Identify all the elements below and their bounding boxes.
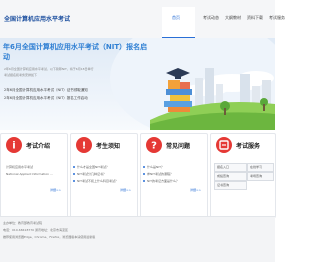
bullet-icon xyxy=(143,166,145,168)
panel-service-title[interactable]: 考试服务 xyxy=(236,141,260,150)
panel-intro-title[interactable]: 考试介绍 xyxy=(26,141,50,150)
service-button-learn-label: 在线学习 xyxy=(250,165,263,169)
panel-faq-item-1[interactable]: 什么是NIT？ xyxy=(147,165,164,169)
service-button-register[interactable]: 报名入口 xyxy=(214,163,247,172)
nav-home-label: 首页 xyxy=(172,15,180,20)
banner-headline[interactable]: 年6月全国计算机应用水平考试（NIT）报名启动 xyxy=(3,42,148,62)
nav-exam-news[interactable]: 考试动态 xyxy=(203,15,219,21)
service-button-learn[interactable]: 在线学习 xyxy=(247,163,274,172)
bullet-icon xyxy=(73,180,75,182)
panel-guide-item-3[interactable]: NIT考试不和上什么科目考试？ xyxy=(77,179,118,183)
footer-line-1: 主办单位：教育部教育考试院 xyxy=(3,221,43,225)
service-button-venue[interactable]: 考场查询 xyxy=(247,172,274,181)
nav-service[interactable]: 考试服务 xyxy=(269,15,285,21)
exclamation-icon: ! xyxy=(76,137,92,153)
bullet-icon xyxy=(73,166,75,168)
bullet-icon xyxy=(143,180,145,182)
panel-faq-item-2[interactable]: 参NIT考试的课程？ xyxy=(147,172,173,176)
panel-guide-title[interactable]: 考生须知 xyxy=(96,141,120,150)
bullet-icon xyxy=(73,173,75,175)
svg-text:i: i xyxy=(12,141,15,152)
panel-faq-title[interactable]: 常见问题 xyxy=(166,141,190,150)
site-title[interactable]: 全国计算机应用水平考试 xyxy=(4,14,70,23)
service-button-score[interactable]: 成绩查询 xyxy=(214,172,247,181)
service-button-certificate-label: 证书查询 xyxy=(217,183,230,187)
service-button-score-label: 成绩查询 xyxy=(217,174,230,178)
banner-notice-2[interactable]: 2年6月全国计算机应用水平考试（NIT）报名工作启动 xyxy=(4,96,88,101)
question-icon: ? xyxy=(146,137,162,153)
footer-line-3: 推荐使用浏览器Edge、Chrome、Firefox，浏览器版本请使用最新版 xyxy=(3,235,96,239)
nav-home[interactable]: 首页 xyxy=(162,7,195,39)
panel-guide-item-2[interactable]: NIT考试分几种证书？ xyxy=(77,172,106,176)
service-button-register-label: 报名入口 xyxy=(217,165,230,169)
service-icon xyxy=(216,137,232,153)
panel-faq-item-3[interactable]: NIT的考证方面是什么？ xyxy=(147,179,179,183)
service-button-venue-label: 考场查询 xyxy=(250,174,263,178)
nav-outline[interactable]: 大纲教材 xyxy=(225,15,241,21)
footer-line-2: 电话：010-68418770 通讯地址：北京市海淀区 xyxy=(3,228,69,232)
banner-desc-2: 考试报名和考务安排如下 xyxy=(4,73,38,77)
panel-intro-line-1: 计算机应用水平考试 xyxy=(6,165,34,169)
svg-text:!: ! xyxy=(82,141,87,152)
service-button-certificate[interactable]: 证书查询 xyxy=(214,181,247,190)
info-icon: i xyxy=(6,137,22,153)
panel-faq-more-link[interactable]: 详细>> xyxy=(190,188,201,192)
bullet-icon xyxy=(143,173,145,175)
panel-guide-more-link[interactable]: 详细>> xyxy=(120,188,131,192)
banner-desc-1: 2年6月全国计算机应用水平考试，以下简称NIT，将于6月18日举行 xyxy=(4,67,94,71)
svg-text:?: ? xyxy=(151,141,157,152)
nav-downloads[interactable]: 资料下载 xyxy=(247,15,263,21)
panel-intro-more-link[interactable]: 详细>> xyxy=(50,188,61,192)
panel-guide-item-1[interactable]: 什么才是全国NIT考试？ xyxy=(77,165,109,169)
panel-intro-line-2: National Applied Information ... xyxy=(6,172,53,176)
banner-notice-1[interactable]: 2年6月全国计算机应用水平考试（NIT）证书领取通知 xyxy=(4,88,88,93)
